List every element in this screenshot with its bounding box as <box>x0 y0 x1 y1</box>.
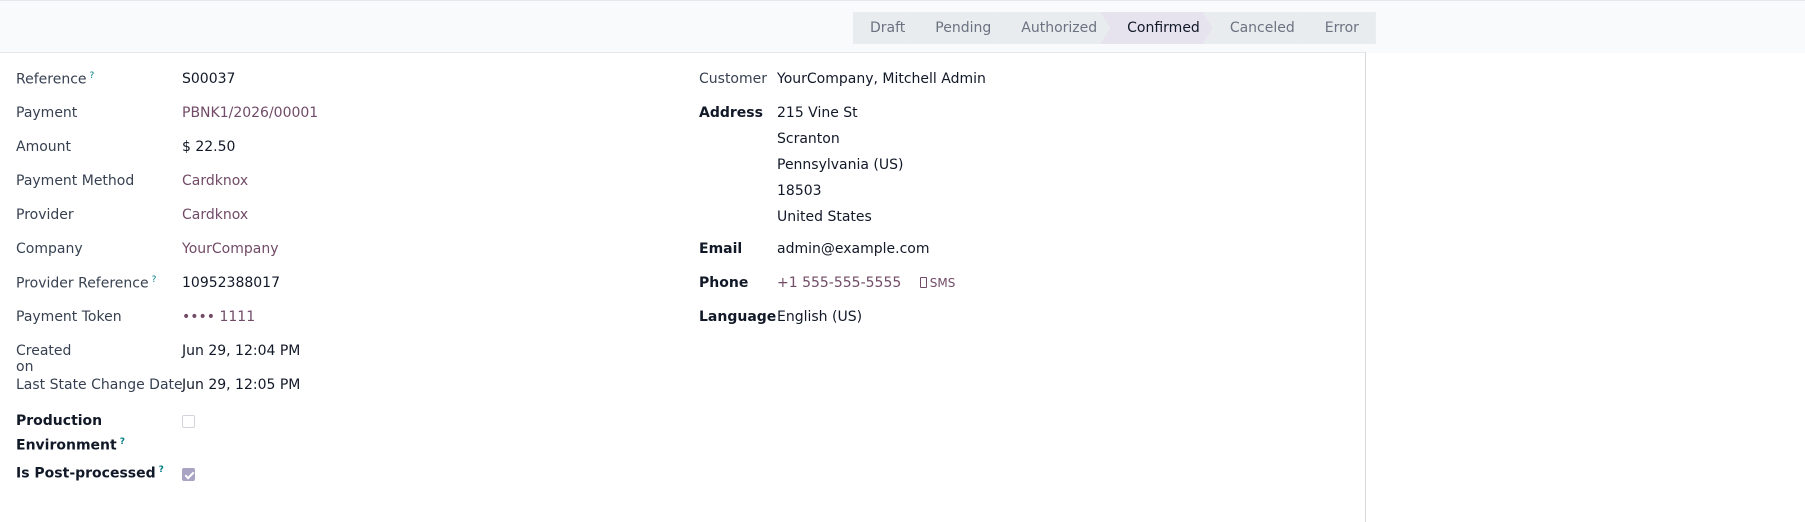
stage-confirmed[interactable]: Confirmed <box>1100 12 1213 44</box>
phone-link[interactable]: +1 555-555-5555 <box>777 275 901 291</box>
created-on-value: Jun 29, 12:04 PM <box>182 343 301 359</box>
address-zip: 18503 <box>777 183 822 199</box>
amount-label: Amount <box>16 139 72 155</box>
help-icon[interactable]: ? <box>152 275 157 285</box>
payment-token-link[interactable]: •••• 1111 <box>182 309 255 325</box>
email-link[interactable]: admin@example.com <box>777 241 929 257</box>
form-sheet: Reference? S00037 Payment PBNK1/2026/000… <box>0 52 1366 522</box>
created-on-label: Created on <box>16 343 72 375</box>
stage-draft[interactable]: Draft <box>853 12 918 44</box>
last-state-change-label: Last State Change Date <box>16 377 183 393</box>
reference-label: Reference <box>16 71 87 88</box>
sms-button[interactable]: SMS <box>919 276 956 290</box>
last-state-change-value: Jun 29, 12:05 PM <box>182 377 301 393</box>
language-value: English (US) <box>777 309 863 325</box>
help-icon[interactable]: ? <box>120 437 125 447</box>
help-icon[interactable]: ? <box>159 465 164 475</box>
address-state: Pennsylvania (US) <box>777 157 904 173</box>
phone-label: Phone <box>699 275 749 291</box>
provider-reference-value: 10952388017 <box>182 275 280 291</box>
provider-label: Provider <box>16 207 74 223</box>
payment-label: Payment <box>16 105 78 121</box>
company-link[interactable]: YourCompany <box>182 241 279 257</box>
payment-token-label: Payment Token <box>16 309 122 325</box>
status-bar: Draft Pending Authorized Confirmed Cance… <box>853 12 1376 44</box>
provider-reference-label: Provider Reference <box>16 275 149 292</box>
help-icon[interactable]: ? <box>90 71 95 81</box>
post-processed-label: Is Post-processed <box>16 465 156 482</box>
production-environment-label-line2: Environment <box>16 437 117 454</box>
address-city: Scranton <box>777 131 840 147</box>
production-environment-checkbox[interactable] <box>182 415 195 428</box>
address-label: Address <box>699 105 763 121</box>
stage-error[interactable]: Error <box>1297 12 1376 44</box>
customer-label: Customer <box>699 71 768 87</box>
reference-value: S00037 <box>182 71 236 87</box>
post-processed-checkbox[interactable] <box>182 468 195 481</box>
address-street: 215 Vine St <box>777 105 858 121</box>
language-label: Language <box>699 309 777 325</box>
payment-method-link[interactable]: Cardknox <box>182 173 248 189</box>
address-block: 215 Vine St Scranton Pennsylvania (US) 1… <box>777 100 904 230</box>
provider-link[interactable]: Cardknox <box>182 207 248 223</box>
address-country: United States <box>777 209 872 225</box>
production-environment-label-line1: Production <box>16 413 103 429</box>
amount-value: $ 22.50 <box>182 139 236 155</box>
control-panel: Draft Pending Authorized Confirmed Cance… <box>0 0 1805 53</box>
payment-method-label: Payment Method <box>16 173 135 189</box>
customer-link[interactable]: YourCompany, Mitchell Admin <box>777 71 986 87</box>
mobile-icon <box>919 277 927 288</box>
stage-pending[interactable]: Pending <box>908 12 1004 44</box>
email-label: Email <box>699 241 743 257</box>
stage-authorized[interactable]: Authorized <box>994 12 1110 44</box>
sms-label: SMS <box>929 276 956 290</box>
stage-canceled[interactable]: Canceled <box>1203 12 1308 44</box>
company-label: Company <box>16 241 83 257</box>
payment-link[interactable]: PBNK1/2026/00001 <box>182 105 318 121</box>
